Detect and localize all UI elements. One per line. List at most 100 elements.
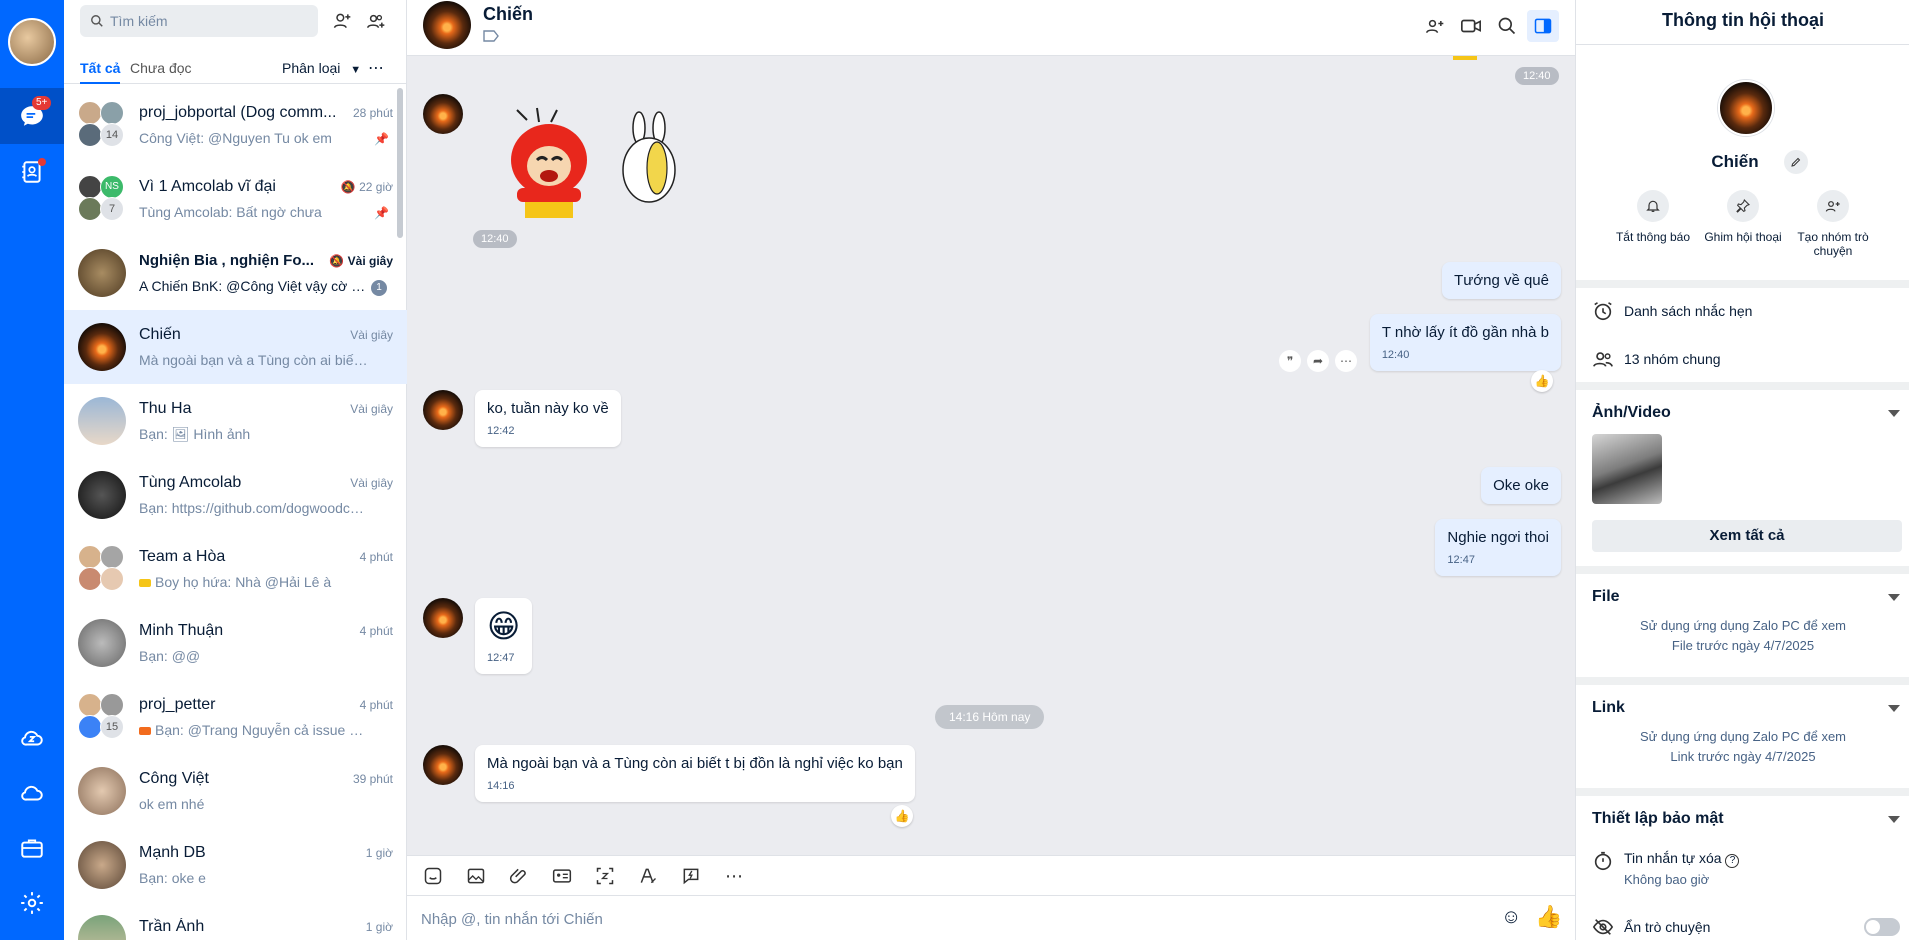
forward-icon[interactable]: ➦ bbox=[1307, 350, 1329, 372]
more-tools-icon[interactable]: ⋯ bbox=[722, 864, 746, 888]
conversation-preview: Bạn: @Trang Nguyễn cả issue 519 ... bbox=[139, 722, 369, 738]
conversation-item-active[interactable]: Chiến Vài giây Mà ngoài bạn và a Tùng cò… bbox=[64, 310, 407, 384]
conversation-item[interactable]: Nghiện Bia , nghiện Fo... 🔕 Vài giây A C… bbox=[64, 236, 407, 310]
collapse-media-icon[interactable] bbox=[1888, 410, 1900, 417]
pin-conversation-button[interactable]: Ghim hội thoại bbox=[1698, 190, 1788, 244]
media-title[interactable]: Ảnh/Video bbox=[1592, 404, 1671, 422]
chat-title[interactable]: Chiến bbox=[483, 4, 533, 25]
contact-avatar bbox=[78, 471, 126, 519]
message-time: 12:40 bbox=[1381, 349, 1410, 361]
media-thumbnail[interactable] bbox=[1592, 434, 1662, 504]
nav-settings[interactable] bbox=[0, 875, 64, 931]
create-group-button[interactable] bbox=[364, 9, 388, 33]
conversation-item[interactable]: Tùng Amcolab Vài giây Bạn: https://githu… bbox=[64, 458, 407, 532]
nav-contacts[interactable] bbox=[0, 144, 64, 200]
add-to-group-button[interactable] bbox=[1419, 10, 1451, 42]
image-icon: 🖼 bbox=[171, 426, 190, 442]
profile-avatar[interactable] bbox=[1718, 80, 1774, 136]
their-message-bubble[interactable]: 😁 12:47 bbox=[475, 598, 533, 674]
tab-unread[interactable]: Chưa đọc bbox=[130, 60, 192, 76]
time-text: 22 giờ bbox=[359, 180, 393, 194]
contact-avatar bbox=[78, 767, 126, 815]
file-title[interactable]: File bbox=[1592, 588, 1620, 606]
conversation-item[interactable]: Trần Ánh 1 giờ bbox=[64, 902, 407, 940]
screenshot-button[interactable] bbox=[593, 864, 617, 888]
conversation-item[interactable]: NS 7 Vì 1 Amcolab vĩ đại 🔕 22 giờ Tùng A… bbox=[64, 162, 407, 236]
message-actions: ❞ ➦ ⋯ bbox=[1279, 350, 1357, 374]
conversation-item[interactable]: 15 proj_petter 4 phút Bạn: @Trang Nguyễn… bbox=[64, 680, 407, 754]
my-message-bubble[interactable]: Tướng về quê bbox=[1442, 262, 1561, 299]
sender-avatar[interactable] bbox=[423, 390, 463, 430]
my-message-bubble[interactable]: T nhờ lấy ít đồ gần nhà b 12:40 bbox=[1369, 314, 1561, 371]
create-group-chat-button[interactable]: Tạo nhóm trò chuyện bbox=[1788, 190, 1878, 258]
sidebar-panel-icon bbox=[1534, 18, 1552, 34]
conversation-item[interactable]: Thu Ha Vài giây Bạn: 🖼 Hình ảnh bbox=[64, 384, 407, 458]
see-all-media-button[interactable]: Xem tất cả bbox=[1592, 520, 1902, 552]
collapse-file-icon[interactable] bbox=[1888, 594, 1900, 601]
action-label: Ghim hội thoại bbox=[1704, 230, 1782, 244]
briefcase-icon bbox=[21, 839, 43, 858]
more-options-icon[interactable]: ⋯ bbox=[368, 58, 384, 78]
tag-icon[interactable] bbox=[483, 30, 499, 42]
sender-avatar[interactable] bbox=[423, 94, 463, 134]
sticker-message[interactable] bbox=[487, 100, 687, 220]
mute-notifications-button[interactable]: Tắt thông báo bbox=[1608, 190, 1698, 244]
hide-chat-toggle[interactable] bbox=[1864, 918, 1900, 936]
conversation-item[interactable]: Minh Thuận 4 phút Bạn: @@ bbox=[64, 606, 407, 680]
like-reaction-button[interactable]: 👍 bbox=[891, 805, 913, 827]
preview-text: Boy họ hứa: Nhà @Hải Lê à bbox=[155, 574, 332, 590]
my-message-bubble[interactable]: Nghie ngơi thoi 12:47 bbox=[1435, 519, 1561, 576]
video-call-button[interactable] bbox=[1455, 10, 1487, 42]
conversation-item[interactable]: Mạnh DB 1 giờ Bạn: oke e bbox=[64, 828, 407, 902]
toggle-info-panel-button[interactable] bbox=[1527, 10, 1559, 42]
user-avatar[interactable] bbox=[8, 18, 56, 66]
conversation-item[interactable]: 14 proj_jobportal (Dog comm... 28 phút C… bbox=[64, 88, 407, 162]
their-message-bubble[interactable]: Mà ngoài bạn và a Tùng còn ai biết t bị … bbox=[475, 745, 915, 802]
their-message-bubble[interactable]: ko, tuần này ko về 12:42 bbox=[475, 390, 621, 447]
nav-messages[interactable]: 5+ bbox=[0, 88, 64, 144]
classify-dropdown[interactable]: Phân loại ▼ bbox=[282, 60, 361, 76]
action-label: Tạo nhóm trò chuyện bbox=[1797, 230, 1869, 258]
self-destruct-row[interactable]: Tin nhắn tự xóa ? Không bao giờ bbox=[1592, 850, 1740, 887]
security-title[interactable]: Thiết lập bảo mật bbox=[1592, 810, 1724, 828]
edit-name-button[interactable] bbox=[1784, 150, 1808, 174]
common-groups-row[interactable]: 13 nhóm chung bbox=[1592, 348, 1721, 370]
search-box[interactable] bbox=[80, 5, 318, 37]
conversation-item[interactable]: Công Việt 39 phút ok em nhé bbox=[64, 754, 407, 828]
sender-avatar[interactable] bbox=[423, 598, 463, 638]
my-message-bubble[interactable]: Oke oke bbox=[1481, 467, 1561, 504]
nav-zcloud[interactable] bbox=[0, 710, 64, 766]
list-scrollbar[interactable] bbox=[397, 88, 403, 238]
sticker-button[interactable] bbox=[421, 864, 445, 888]
add-group-icon bbox=[366, 14, 385, 29]
like-reaction-button[interactable]: 👍 bbox=[1531, 370, 1553, 392]
contact-card-button[interactable] bbox=[550, 864, 574, 888]
quote-icon[interactable]: ❞ bbox=[1279, 350, 1301, 372]
link-title[interactable]: Link bbox=[1592, 699, 1625, 717]
conversation-item[interactable]: Team a Hòa 4 phút Boy họ hứa: Nhà @Hải L… bbox=[64, 532, 407, 606]
thumbs-up-send-icon[interactable]: 👍 bbox=[1535, 904, 1562, 930]
search-input[interactable] bbox=[110, 13, 310, 29]
format-text-button[interactable] bbox=[636, 864, 660, 888]
message-input[interactable] bbox=[421, 908, 1481, 930]
collapse-link-icon[interactable] bbox=[1888, 705, 1900, 712]
text-format-icon bbox=[640, 868, 656, 884]
nav-toolbox[interactable] bbox=[0, 820, 64, 876]
quick-message-button[interactable] bbox=[679, 864, 703, 888]
tab-all[interactable]: Tất cả bbox=[80, 60, 120, 76]
attach-file-button[interactable] bbox=[507, 864, 531, 888]
reminders-row[interactable]: Danh sách nhắc hẹn bbox=[1592, 300, 1752, 322]
nav-cloud[interactable] bbox=[0, 765, 64, 821]
search-messages-button[interactable] bbox=[1491, 10, 1523, 42]
help-icon[interactable]: ? bbox=[1725, 854, 1740, 868]
more-icon[interactable]: ⋯ bbox=[1335, 350, 1357, 372]
emoji-icon[interactable]: ☺ bbox=[1501, 906, 1521, 929]
add-friend-button[interactable] bbox=[330, 9, 354, 33]
chat-avatar[interactable] bbox=[423, 1, 471, 49]
image-button[interactable] bbox=[464, 864, 488, 888]
sender-avatar[interactable] bbox=[423, 745, 463, 785]
conversation-title: Chiến bbox=[139, 326, 181, 343]
collapse-security-icon[interactable] bbox=[1888, 816, 1900, 823]
mute-icon: 🔕 bbox=[340, 180, 356, 194]
conversation-time: Vài giây bbox=[350, 328, 393, 342]
